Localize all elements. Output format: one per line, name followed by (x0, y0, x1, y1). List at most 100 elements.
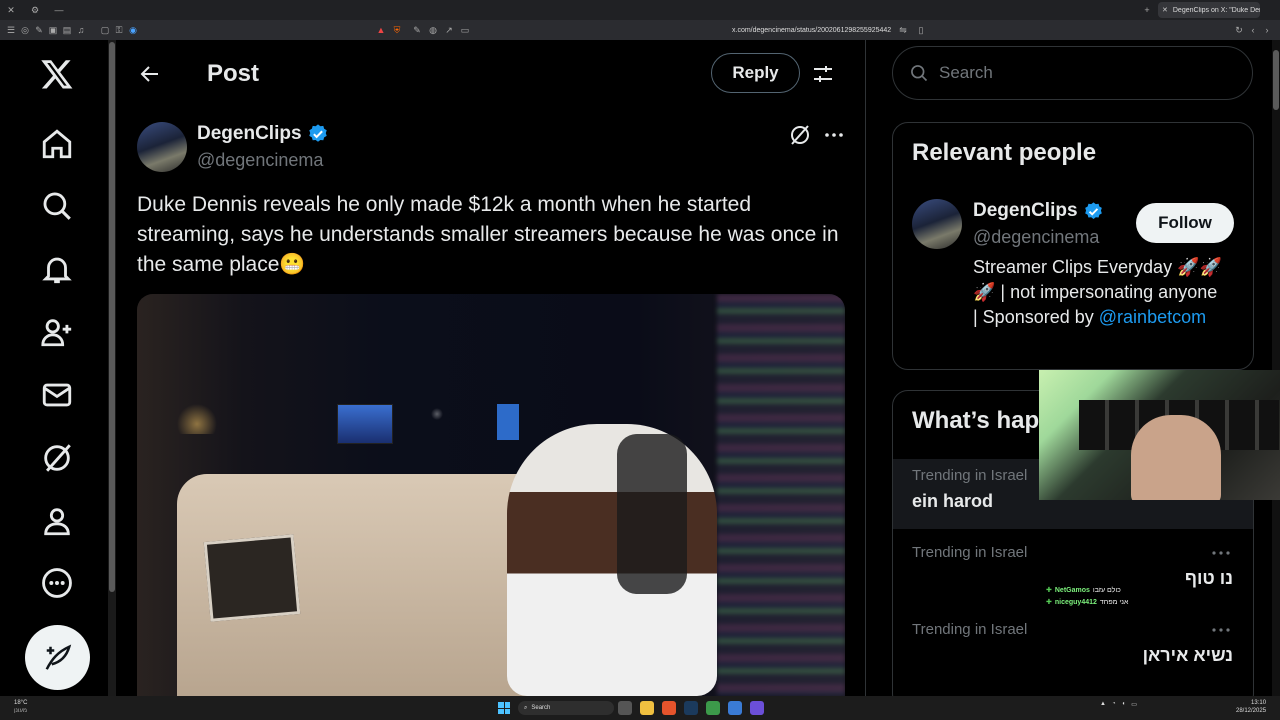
new-tab-icon[interactable]: + (1140, 5, 1154, 15)
translate-icon[interactable]: ◍ (426, 25, 440, 36)
tweet-video[interactable] (137, 294, 845, 696)
follow-person-icon[interactable] (40, 315, 74, 349)
edit-icon[interactable]: ✎ (410, 25, 424, 36)
start-windows-icon[interactable] (498, 702, 510, 714)
steam-icon[interactable] (684, 701, 698, 715)
profile-icon[interactable] (40, 504, 74, 538)
follow-button[interactable]: Follow (1136, 203, 1234, 243)
left-navigation (0, 40, 112, 696)
verified-badge-icon (308, 124, 327, 142)
share-icon[interactable]: ↗ (442, 25, 456, 36)
reload-icon[interactable]: ↻ (1232, 25, 1246, 36)
sidebar-icon[interactable]: ▣ (46, 25, 60, 36)
search-icon[interactable] (40, 189, 74, 223)
trend-context: Trending in Israel (912, 544, 1028, 561)
search-input[interactable]: Search (892, 46, 1253, 100)
url-field[interactable]: x.com/degencinema/status/200206129825592… (732, 27, 891, 34)
chat-overlay-blur (717, 294, 845, 696)
chat-badge-icon: ✚ (1046, 587, 1052, 594)
shield-icon[interactable]: ◎ (18, 25, 32, 36)
scroll-thumb[interactable] (109, 42, 115, 592)
close-tab-icon[interactable]: ✕ (1162, 6, 1168, 14)
scroll-thumb[interactable] (1273, 50, 1279, 110)
tv-screen (337, 404, 393, 444)
author-name-row: DegenClips (197, 123, 329, 145)
app-icon[interactable] (728, 701, 742, 715)
author-handle[interactable]: @degencinema (197, 150, 323, 171)
home-icon[interactable] (40, 127, 74, 161)
trend-context: Trending in Israel (912, 621, 1028, 638)
chat-line: ✚ niceguy4412 אני מפחד (1046, 597, 1166, 609)
settings-icon[interactable]: ⚙ (28, 5, 42, 16)
minimize-icon[interactable]: — (52, 5, 66, 15)
page-title: Post (207, 60, 260, 87)
close-window-icon[interactable]: ✕ (4, 5, 18, 16)
back-nav-icon[interactable]: ‹ (1246, 25, 1260, 35)
search-icon (911, 65, 928, 82)
relevant-people-card: Relevant people DegenClips @degencinema … (892, 122, 1254, 370)
weather-temp: 18°C (14, 700, 28, 706)
grok-icon[interactable] (40, 441, 74, 475)
clock[interactable]: 13:10 28/12/2025 (1236, 699, 1266, 715)
bookmark-icon[interactable]: ▯ (914, 25, 928, 36)
volume-icon[interactable]: ◖ (1122, 701, 1126, 708)
right-scrollbar[interactable] (1272, 40, 1280, 696)
screenshot-icon[interactable]: ▢ (98, 25, 112, 36)
puzzle-icon[interactable]: ⚿ (112, 25, 126, 36)
bio-link[interactable]: @rainbetcom (1099, 307, 1206, 327)
relevant-heading: Relevant people (912, 139, 1097, 166)
webcam-overlay (1039, 370, 1280, 500)
more-dots-icon[interactable] (1211, 548, 1231, 558)
reader-icon[interactable]: ▤ (60, 25, 74, 36)
gaming-chair (617, 434, 687, 594)
brave-icon[interactable] (662, 701, 676, 715)
browser-titlebar: ✕ ⚙ — + ✕ DegenClips on X: "Duke Dennis (0, 0, 1280, 20)
brave-shield-icon[interactable]: ⛨ (390, 25, 404, 36)
trend-context: Trending in Israel (912, 467, 1028, 484)
chat-message: אני מפחד (1099, 599, 1129, 606)
trend-item[interactable]: Trending in Israel נשיא איראן (893, 613, 1253, 683)
messages-envelope-icon[interactable] (40, 378, 74, 412)
filter-sliders-icon[interactable] (811, 62, 835, 86)
tray-icon[interactable]: ▲ (1100, 701, 1106, 708)
battery-icon[interactable]: ▭ (1131, 701, 1137, 708)
obs-icon[interactable] (750, 701, 764, 715)
brave-rewards-icon[interactable]: ▲ (374, 25, 388, 35)
file-explorer-icon[interactable] (640, 701, 654, 715)
notifications-bell-icon[interactable] (40, 252, 74, 286)
extensions-icon[interactable]: ✎ (32, 25, 46, 36)
chat-user: NetGamos (1054, 587, 1090, 594)
active-tab[interactable]: ✕ DegenClips on X: "Duke Dennis (1158, 2, 1260, 18)
chat-line: ✚ NetGamos כולם עזבו (1046, 585, 1166, 597)
task-view-icon[interactable] (618, 701, 632, 715)
x-logo-icon[interactable] (40, 57, 74, 91)
chrome-icon[interactable] (706, 701, 720, 715)
more-dots-icon[interactable] (822, 123, 846, 147)
person-avatar[interactable] (912, 199, 962, 249)
person-handle[interactable]: @degencinema (973, 227, 1099, 248)
link-icon[interactable]: ⇋ (896, 25, 910, 36)
audio-icon[interactable]: ◉ (126, 25, 140, 36)
chat-message: כולם עזבו (1092, 587, 1121, 594)
grok-explain-icon[interactable] (788, 123, 812, 147)
taskbar-search[interactable]: ⌕ Search (518, 701, 614, 715)
network-icon[interactable]: ◔ (1112, 701, 1116, 708)
forward-nav-icon[interactable]: › (1260, 25, 1274, 35)
screen-icon[interactable]: ▭ (458, 25, 472, 36)
reply-button[interactable]: Reply (711, 53, 800, 93)
stream-chat-overlay: ✚ NetGamos כולם עזבו ✚ niceguy4412 אני מ… (1046, 585, 1166, 609)
menu-icon[interactable]: ☰ (4, 25, 18, 36)
author-name[interactable]: DegenClips (197, 123, 302, 145)
more-options-icon[interactable] (40, 566, 74, 600)
search-icon: ⌕ (524, 704, 528, 711)
person-name[interactable]: DegenClips (973, 200, 1078, 222)
compose-post-button[interactable] (25, 625, 90, 690)
weather-widget[interactable]: 18°C מעונן (14, 699, 27, 715)
left-scrollbar[interactable] (108, 40, 116, 696)
clock-time: 13:10 (1251, 700, 1267, 706)
search-placeholder: Search (939, 63, 993, 82)
more-dots-icon[interactable] (1211, 625, 1231, 635)
author-avatar[interactable] (137, 122, 187, 172)
back-arrow-icon[interactable] (138, 62, 162, 86)
music-icon[interactable]: ♫ (74, 25, 88, 35)
